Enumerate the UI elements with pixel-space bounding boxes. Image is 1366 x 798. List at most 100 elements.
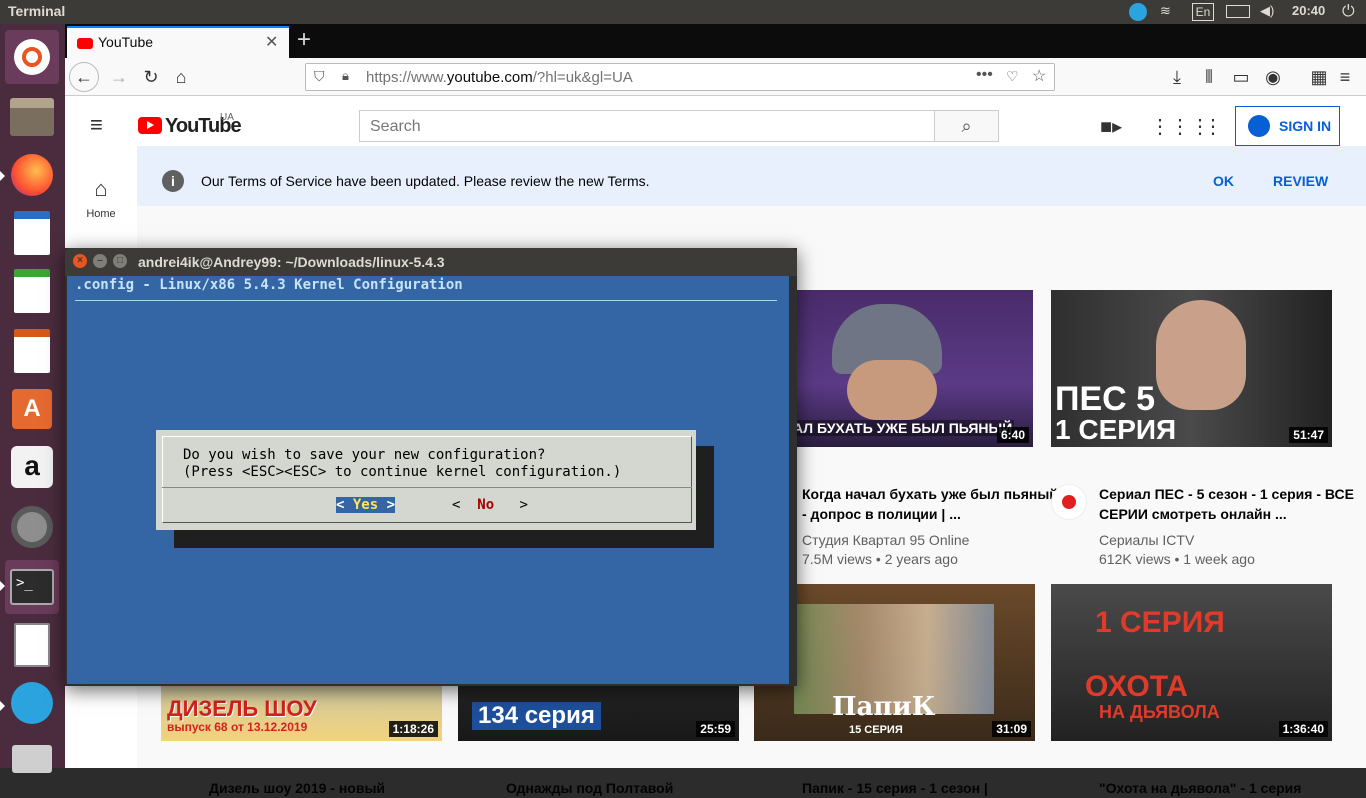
channel-avatar[interactable] (1051, 484, 1087, 520)
video-title[interactable]: Однажды под Полтавой (506, 778, 766, 798)
tab-title: YouTube (98, 34, 154, 50)
menu-icon[interactable]: ≡ (1331, 63, 1359, 91)
new-tab-button[interactable]: + (297, 26, 311, 54)
sidebar-item-label: Home (86, 208, 116, 220)
yes-left-bracket: < (336, 497, 353, 513)
dialog-separator (162, 487, 692, 488)
impress-icon[interactable] (5, 324, 59, 378)
video-channel[interactable]: Студия Квартал 95 Online (802, 532, 969, 548)
terminal-titlebar[interactable]: × – □ andrei4ik@Andrey99: ~/Downloads/li… (65, 248, 797, 276)
minimize-window-icon[interactable]: – (93, 254, 107, 268)
library-icon[interactable]: ⫴ (1195, 63, 1223, 91)
terms-ok-button[interactable]: OK (1213, 173, 1234, 189)
power-icon[interactable]: ⏻ (1342, 3, 1355, 21)
keyboard-layout-indicator[interactable]: En (1192, 3, 1214, 21)
sign-in-button[interactable]: SIGN IN (1235, 106, 1340, 146)
ictv-logo-icon (1062, 495, 1076, 509)
writer-icon[interactable] (5, 206, 59, 260)
firefox-icon[interactable] (5, 148, 59, 202)
search-placeholder: Search (370, 118, 421, 135)
no-left-bracket: < (452, 497, 478, 513)
video-thumbnail[interactable]: 1 СЕРИЯ ОХОТА НА ДЬЯВОЛА 1:36:40 (1051, 584, 1332, 741)
youtube-favicon-icon (77, 38, 93, 49)
clock[interactable]: 20:40 (1292, 3, 1325, 18)
page-actions-icon[interactable]: ••• (976, 66, 993, 84)
close-window-icon[interactable]: × (73, 254, 87, 268)
files-icon[interactable] (5, 90, 59, 144)
terminal-icon[interactable]: >_ (5, 560, 59, 614)
info-icon: i (162, 170, 184, 192)
video-duration: 1:18:26 (388, 721, 438, 737)
url-prefix: https://www. (366, 69, 447, 86)
url-suffix: /?hl=uk&gl=UA (532, 69, 633, 86)
terminal-title: andrei4ik@Andrey99: ~/Downloads/linux-5.… (138, 254, 445, 270)
apps-grid-icon[interactable]: ⋮⋮⋮ (1150, 114, 1210, 139)
thumbnail-caption: 1 СЕРИЯ (1095, 606, 1225, 639)
close-tab-icon[interactable]: ✕ (265, 32, 278, 52)
thumbnail-caption-2: 15 СЕРИЯ (849, 724, 903, 736)
volume-icon[interactable]: ◀) (1260, 3, 1274, 19)
calc-icon[interactable] (5, 264, 59, 318)
back-button[interactable]: ← (69, 62, 99, 92)
settings-more-icon[interactable]: ⋮ (1203, 114, 1223, 139)
country-code: UA (220, 112, 234, 123)
terminal-window: × – □ andrei4ik@Andrey99: ~/Downloads/li… (65, 248, 797, 686)
video-title[interactable]: Сериал ПЕС - 5 сезон - 1 серия - ВСЕ СЕР… (1099, 484, 1359, 524)
wifi-icon[interactable]: ≋ (1160, 3, 1171, 19)
thumbnail-caption: ПЕС 5 (1055, 380, 1156, 418)
terminal-screen[interactable]: .config - Linux/x86 5.4.3 Kernel Configu… (67, 276, 789, 684)
video-title[interactable]: "Охота на дьявола" - 1 серия (1099, 778, 1359, 798)
no-button[interactable]: < No > (452, 497, 528, 513)
video-thumbnail[interactable]: ПЕС 5 1 СЕРИЯ 51:47 (1051, 290, 1332, 447)
thumbnail-caption-3: НА ДЬЯВОЛА (1099, 702, 1220, 722)
trash-icon[interactable] (5, 732, 59, 786)
text-editor-icon[interactable] (5, 618, 59, 672)
search-button[interactable]: ⌕ (934, 110, 999, 142)
home-button[interactable]: ⌂ (167, 63, 195, 91)
terms-banner: i Our Terms of Service have been updated… (137, 146, 1366, 206)
sidebar-icon[interactable]: ▭ (1227, 63, 1255, 91)
thumbnail-caption: 134 серия (472, 702, 601, 730)
reload-button[interactable]: ↻ (137, 63, 165, 91)
user-avatar-icon (1248, 115, 1270, 137)
video-meta: 612K views • 1 week ago (1099, 551, 1255, 567)
telegram-icon[interactable] (5, 676, 59, 730)
search-input[interactable]: Search (359, 110, 935, 142)
software-center-icon[interactable]: A (5, 382, 59, 436)
top-panel: Terminal ≋ En ◀) 20:40 ⏻ (0, 0, 1366, 24)
thumbnail-face (847, 360, 937, 420)
home-icon: ⌂ (94, 176, 108, 201)
account-icon[interactable]: ◉ (1259, 63, 1287, 91)
video-channel[interactable]: Сериалы ICTV (1099, 532, 1194, 548)
video-title[interactable]: Дизель шоу 2019 - новый (209, 778, 469, 798)
yes-label: Yes (352, 497, 379, 513)
downloads-icon[interactable]: ⤓ (1163, 63, 1191, 91)
thumbnail-caption: ПапиК (832, 692, 936, 722)
battery-icon[interactable] (1226, 5, 1250, 18)
video-title[interactable]: Когда начал бухать уже был пьяный - допр… (802, 484, 1062, 524)
bookmark-star-icon[interactable]: ☆ (1032, 66, 1046, 86)
thumbnail-caption: ДИЗЕЛЬ ШОУ (167, 696, 317, 721)
yes-button[interactable]: < Yes > (336, 497, 396, 513)
video-title[interactable]: Папик - 15 серия - 1 сезон | (802, 778, 1062, 798)
pocket-icon[interactable]: ♡ (1006, 68, 1019, 85)
terms-review-button[interactable]: REVIEW (1273, 173, 1328, 189)
youtube-logo-icon[interactable] (138, 117, 162, 134)
shield-icon[interactable]: ⛉ (314, 68, 325, 85)
url-text[interactable]: https://www.youtube.com/?hl=uk&gl=UA (366, 69, 633, 86)
url-bar[interactable]: ⛉ 🔒︎ https://www.youtube.com/?hl=uk&gl=U… (305, 63, 1055, 91)
forward-button[interactable]: → (105, 63, 133, 91)
create-video-icon[interactable]: ■▸ (1100, 114, 1122, 139)
lock-icon[interactable]: 🔒︎ (342, 68, 349, 84)
extension-icon[interactable]: ▦ (1305, 63, 1333, 91)
sidebar-item-home[interactable]: ⌂ Home (65, 176, 137, 220)
video-duration: 51:47 (1289, 427, 1328, 443)
amazon-icon[interactable]: a (5, 440, 59, 494)
maximize-window-icon[interactable]: □ (113, 254, 127, 268)
telegram-tray-icon[interactable] (1129, 3, 1147, 21)
system-settings-icon[interactable] (5, 500, 59, 554)
tab-youtube[interactable]: YouTube ✕ (67, 26, 289, 58)
search-icon: ⌕ (961, 116, 972, 136)
guide-menu-icon[interactable]: ≡ (90, 112, 103, 138)
ubuntu-dash-icon[interactable] (5, 30, 59, 84)
